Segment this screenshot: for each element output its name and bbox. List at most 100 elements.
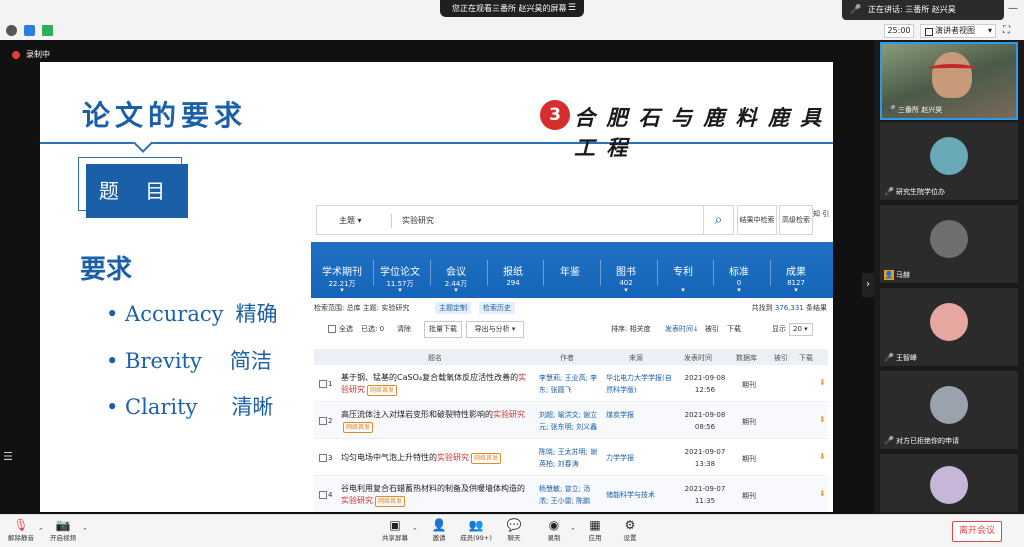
download-icon[interactable]: ⬇ (819, 452, 826, 461)
tab-achievements[interactable]: 成果 8127 ▾ (767, 242, 825, 298)
batch-download-button[interactable]: 批量下载 (424, 321, 462, 338)
page-size-select[interactable]: 20 ▾ (789, 323, 813, 336)
download-icon[interactable]: ⬇ (819, 489, 826, 498)
side-panel-handle-icon[interactable]: ☰ (0, 447, 16, 467)
col-date[interactable]: 发表时间 (684, 353, 712, 363)
sort-relevance[interactable]: 排序: 相关度 (611, 324, 651, 334)
export-analysis-button[interactable]: 导出与分析 ▾ (466, 321, 524, 338)
row-author[interactable]: 刘超; 喻洪文; 谢立元; 张东明; 刘义鑫 (539, 409, 599, 433)
col-title[interactable]: 题名 (428, 353, 442, 363)
row-source[interactable]: 煤炭学报 (606, 409, 672, 421)
side-link[interactable]: 知 引 (813, 208, 831, 220)
tab-journals[interactable]: 学术期刊 22.21万 ▾ (313, 242, 371, 298)
members-button[interactable]: 👥 成员(99+) (457, 518, 495, 543)
clear-link[interactable]: 清除 (397, 324, 411, 334)
date-text: 2021-09-07 (684, 448, 726, 456)
chevron-down-icon: ▾ (454, 286, 458, 294)
row-title[interactable]: 谷电利用复合石蜡蓄热材料的制备及供暖墙体构造的实验研究 网络首发 (341, 483, 531, 507)
speaker-text: 正在讲话: 三番所 赵兴昊 (868, 5, 956, 14)
sort-by-cited[interactable]: 被引 (705, 324, 719, 334)
download-icon[interactable]: ⬇ (819, 378, 826, 387)
tab-patents[interactable]: 专利 ▾ (654, 242, 712, 298)
resource-tabs: 学术期刊 22.21万 ▾ 学位论文 11.57万 ▾ 会议 2.44万 ▾ 报纸 294 年… (311, 242, 833, 298)
topic-custom-button[interactable]: 主题定制 (435, 302, 471, 314)
participant-tile[interactable]: 🎤 王智峰 (880, 288, 1018, 366)
fullscreen-icon[interactable]: ⛶ (1003, 25, 1015, 37)
chevron-down-icon: ▾ (624, 286, 628, 294)
chevron-up-icon[interactable]: ⌃ (38, 527, 44, 535)
table-row: 2 高压流体注入对煤岩变形和破裂特性影响的实验研究网络首发 刘超; 喻洪文; 谢… (314, 403, 828, 439)
tab-label: 年鉴 (560, 267, 580, 278)
col-download[interactable]: 下载 (799, 353, 813, 363)
row-title[interactable]: 均匀电场中气泡上升特性的实验研究 网络首发 (341, 452, 531, 464)
participant-avatar (930, 303, 968, 341)
signal-icon[interactable] (42, 25, 53, 36)
menu-icon[interactable]: ☰ (568, 0, 576, 17)
apps-button[interactable]: ▦ 应用 (576, 518, 614, 543)
chat-button[interactable]: 💬 聊天 (495, 518, 533, 543)
sort-by-download[interactable]: 下载 (727, 324, 741, 334)
download-icon[interactable]: ⬇ (819, 415, 826, 424)
select-all-checkbox[interactable] (328, 325, 336, 333)
sort-by-date[interactable]: 发表时间↓ (665, 324, 699, 334)
col-cited[interactable]: 被引 (774, 353, 788, 363)
advanced-search-button[interactable]: 高级检索 (779, 205, 813, 235)
record-icon: ◉ (548, 518, 560, 532)
unmute-button[interactable]: 🎙 解除静音 (2, 518, 40, 543)
participant-tile[interactable]: 🎤 三番所 赵兴昊 (880, 42, 1018, 120)
participant-tile[interactable]: 🎤 对方已拒绝你的申请 (880, 371, 1018, 449)
row-source[interactable]: 华北电力大学学报(自然科学版) (606, 372, 672, 396)
shield-icon[interactable] (24, 25, 35, 36)
chevron-up-icon[interactable]: ⌃ (412, 527, 418, 535)
leave-meeting-button[interactable]: 离开会议 (952, 521, 1002, 542)
search-input[interactable]: 实验研究 (402, 215, 434, 226)
online-first-badge: 网络首发 (343, 422, 374, 433)
tab-conferences[interactable]: 会议 2.44万 ▾ (427, 242, 485, 298)
collapse-gallery-button[interactable]: › (862, 273, 874, 297)
share-screen-button[interactable]: ▣ 共享屏幕 (376, 518, 414, 543)
tab-label: 会议 (446, 267, 466, 278)
tab-standards[interactable]: 标准 0 ▾ (710, 242, 768, 298)
row-checkbox[interactable] (319, 491, 327, 499)
record-button[interactable]: ◉ 录制 (535, 518, 573, 543)
view-mode-select[interactable]: 演讲者视图 (920, 24, 996, 38)
tab-dissertations[interactable]: 学位论文 11.57万 ▾ (371, 242, 429, 298)
title-text: 高压流体注入对煤岩变形和破裂特性影响的 (341, 410, 493, 419)
recording-indicator: 录制中 (12, 49, 50, 61)
result-search-button[interactable]: 结果中检索 (737, 205, 777, 235)
select-all-label[interactable]: 全选 (339, 324, 353, 334)
row-author[interactable]: 陈晓; 王太苏明; 谢英柏; 刘春涛 (539, 446, 599, 470)
row-author[interactable]: 杨慧敏; 曾立; 汤浓; 王小雷; 陈鹏 (539, 483, 599, 507)
info-icon[interactable] (6, 25, 17, 36)
tab-books[interactable]: 图书 402 ▾ (597, 242, 655, 298)
row-title[interactable]: 基于钢、锰基的CaSO₄复合载氧体反应活性改善的实验研究 网络首发 (341, 372, 531, 396)
chevron-up-icon[interactable]: ⌃ (570, 527, 576, 535)
participant-tile[interactable]: 🎤 研究生院学位办 (880, 122, 1018, 200)
row-author[interactable]: 李慧莉; 王业高; 李东; 张圆飞 (539, 372, 599, 396)
row-checkbox[interactable] (319, 454, 327, 462)
tab-yearbooks[interactable]: 年鉴 (541, 242, 599, 298)
row-checkbox[interactable] (319, 380, 327, 388)
search-history-button[interactable]: 检索历史 (479, 302, 515, 314)
search-icon[interactable]: ⌕ (703, 206, 733, 234)
minimize-button[interactable]: — (1006, 2, 1020, 16)
row-checkbox[interactable] (319, 417, 327, 425)
tab-newspapers[interactable]: 报纸 294 (484, 242, 542, 298)
mic-muted-icon: 🎤 (884, 436, 894, 445)
date-text: 2021-09-08 (684, 411, 726, 419)
title-text: 谷电利用复合石蜡蓄热材料的制备及供暖墙体构造的 (341, 484, 525, 493)
requirement-en: • Clarity (106, 395, 198, 419)
tab-label: 标准 (729, 267, 749, 278)
watching-screen-pill[interactable]: 您正在观看三番所 赵兴昊的屏幕 ☰ (440, 0, 584, 17)
invite-button[interactable]: 👤 邀请 (420, 518, 458, 543)
participant-tile[interactable] (880, 454, 1018, 512)
row-title[interactable]: 高压流体注入对煤岩变形和破裂特性影响的实验研究网络首发 (341, 409, 531, 433)
start-video-button[interactable]: 📷 开启视频 (44, 518, 82, 543)
chevron-up-icon[interactable]: ⌃ (82, 527, 88, 535)
requirement-item: • Clarity 清晰 (106, 391, 273, 421)
settings-button[interactable]: ⚙ 设置 (611, 518, 649, 543)
participant-tile[interactable]: 👤 马赫 (880, 205, 1018, 283)
row-source[interactable]: 储能科学与技术 (606, 489, 672, 501)
search-category-select[interactable]: 主题 ▾ (339, 215, 362, 226)
row-source[interactable]: 力学学报 (606, 452, 672, 464)
